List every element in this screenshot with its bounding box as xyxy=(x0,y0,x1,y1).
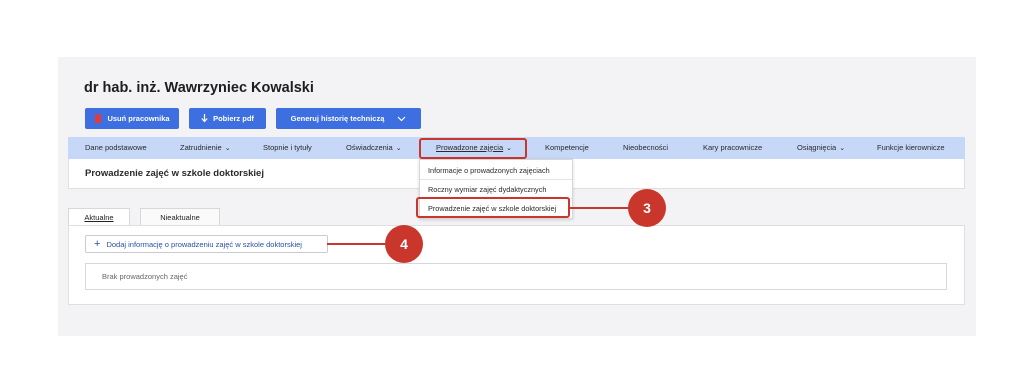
nav-osiagniecia[interactable]: Osiągnięcia ⌄ xyxy=(797,137,845,159)
delete-employee-button[interactable]: Usuń pracownika xyxy=(85,108,179,129)
nav-stopnie-i-tytuly[interactable]: Stopnie i tytuły xyxy=(263,137,312,159)
download-pdf-button[interactable]: Pobierz pdf xyxy=(189,108,266,129)
nav-oswiadczenia[interactable]: Oświadczenia ⌄ xyxy=(346,137,402,159)
trash-icon xyxy=(94,114,103,123)
chevron-down-icon: ⌄ xyxy=(839,145,846,152)
nav-zatrudnienie[interactable]: Zatrudnienie ⌄ xyxy=(180,137,231,159)
generate-history-label: Generuj historię techniczą xyxy=(290,114,385,123)
section-heading: Prowadzenie zajęć w szkole doktorskiej xyxy=(85,168,264,179)
callout-3-line xyxy=(570,207,630,209)
plus-icon: + xyxy=(94,238,101,250)
dropdown-item-informacje[interactable]: Informacje o prowadzonych zajęciach xyxy=(428,166,550,175)
tab-aktualne[interactable]: Aktualne xyxy=(68,208,130,225)
tab-nieaktualne[interactable]: Nieaktualne xyxy=(140,208,220,225)
nav-kary-pracownicze[interactable]: Kary pracownicze xyxy=(703,137,762,159)
empty-state: Brak prowadzonych zajęć xyxy=(85,263,947,290)
chevron-down-icon: ⌄ xyxy=(224,145,231,152)
delete-employee-label: Usuń pracownika xyxy=(107,114,170,123)
page-title: dr hab. inż. Wawrzyniec Kowalski xyxy=(84,80,314,96)
callout-4-badge: 4 xyxy=(385,225,423,263)
highlight-nav-prowadzone xyxy=(419,138,527,159)
chevron-down-icon xyxy=(397,116,406,122)
tab-content: + Dodaj informację o prowadzeniu zajęć w… xyxy=(68,225,965,305)
dropdown-item-roczny-wymiar[interactable]: Roczny wymiar zajęć dydaktycznych xyxy=(428,185,546,194)
nav-kompetencje[interactable]: Kompetencje xyxy=(545,137,589,159)
nav-dane-podstawowe[interactable]: Dane podstawowe xyxy=(85,137,147,159)
generate-history-button[interactable]: Generuj historię techniczą xyxy=(276,108,421,129)
highlight-dropdown-item xyxy=(416,197,570,218)
nav-nieobecnosci[interactable]: Nieobecności xyxy=(623,137,668,159)
download-pdf-label: Pobierz pdf xyxy=(213,114,254,123)
callout-3-badge: 3 xyxy=(628,189,666,227)
download-arrow-icon xyxy=(201,114,208,123)
add-info-button[interactable]: + Dodaj informację o prowadzeniu zajęć w… xyxy=(85,235,328,253)
callout-4-line xyxy=(327,243,387,245)
dropdown-divider xyxy=(420,179,572,180)
chevron-down-icon: ⌄ xyxy=(395,145,402,152)
add-info-label: Dodaj informację o prowadzeniu zajęć w s… xyxy=(106,239,302,249)
nav-funkcje-kierownicze[interactable]: Funkcje kierownicze xyxy=(877,137,945,159)
